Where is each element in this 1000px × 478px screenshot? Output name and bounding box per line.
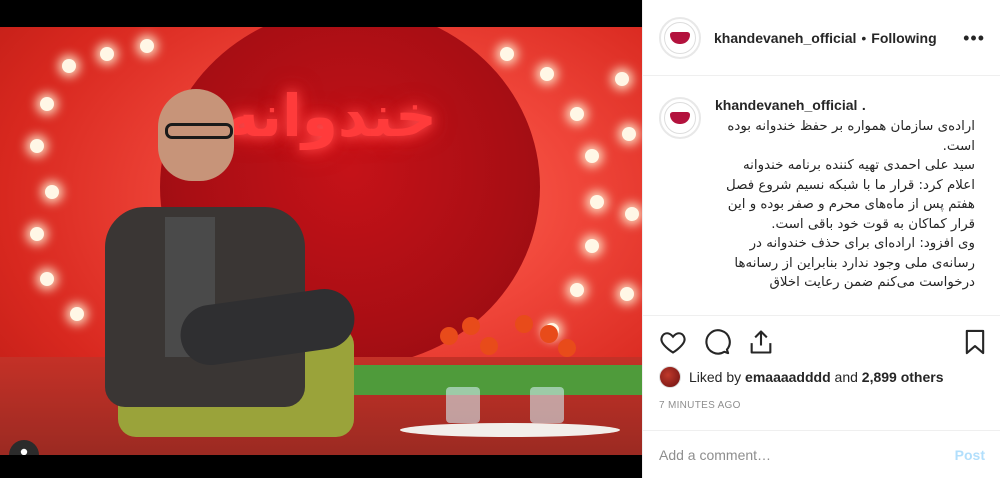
caption-text-block: khandevaneh_official . اراده‌ی سازمان هم… [715,97,975,293]
flower [462,317,480,335]
flower [440,327,458,345]
caption-avatar[interactable] [659,97,701,139]
heart-icon[interactable] [659,328,687,356]
stage-bulb [540,67,554,81]
stage-bulb [40,272,54,286]
vase [446,387,480,423]
caption-header: khandevaneh_official . [715,97,975,115]
header-username[interactable]: khandevaneh_official [714,30,856,46]
caption-row: khandevaneh_official . اراده‌ی سازمان هم… [659,97,985,293]
stage-bulb [570,107,584,121]
post-image[interactable]: ﺧﻨﺪﻭﺍﻧﻪ [0,27,642,455]
post-sidebar: khandevaneh_official • Following ••• kha… [642,0,1000,478]
post-header: khandevaneh_official • Following ••• [643,0,1000,76]
side-table [400,423,620,437]
stage-bulb [500,47,514,61]
more-horizontal-icon[interactable]: ••• [963,28,985,49]
stage-bulb [100,47,114,61]
lip-logo-icon [670,31,690,44]
avatar-inner [664,102,696,134]
caption-username-suffix: . [861,97,866,113]
flower [515,315,533,333]
header-separator: • [861,29,867,46]
stage-bulb [570,283,584,297]
likes-and: and [834,369,858,385]
flower [540,325,558,343]
post-comment-button[interactable]: Post [955,447,985,463]
stage-bulb [140,39,154,53]
flower [558,339,576,357]
stage-bulb [590,195,604,209]
bookmark-icon[interactable] [961,328,989,356]
follow-status-button[interactable]: Following [871,30,936,46]
stage-bulb [615,72,629,86]
instagram-post-modal: ﺧﻨﺪﻭﺍﻧﻪ khandevaneh_official • Following… [0,0,1000,478]
caption-section: khandevaneh_official . اراده‌ی سازمان هم… [643,77,1000,315]
stage-bulb [622,127,636,141]
comment-composer: Add a comment… Post [643,430,1000,478]
stage-bulb [585,239,599,253]
likes-summary: Liked by emaaaadddd and 2,899 others [659,366,944,388]
post-timestamp[interactable]: 7 MINUTES AGO [659,400,741,411]
share-icon[interactable] [747,328,775,356]
stage-bulb [625,207,639,221]
liker-username[interactable]: emaaaadddd [745,369,831,385]
comment-icon[interactable] [703,328,731,356]
stage-bulb [40,97,54,111]
action-bar [643,315,1000,363]
stage-bulb [62,59,76,73]
caption-username[interactable]: khandevaneh_official [715,97,857,113]
stage-bulb [30,139,44,153]
neon-logo: ﺧﻨﺪﻭﺍﻧﻪ [225,82,437,150]
flower [480,337,498,355]
person-icon-glyph [20,448,28,455]
liker-avatar[interactable] [659,366,681,388]
stage-green-band [330,365,642,395]
stage-bulb [30,227,44,241]
likes-prefix: Liked by [689,369,742,385]
glasses [165,123,233,139]
lip-logo-icon [670,112,690,124]
comment-input[interactable]: Add a comment… [659,447,955,463]
vase [530,387,564,423]
stage-bulb [620,287,634,301]
account-avatar[interactable] [659,16,701,59]
avatar-inner [664,21,696,54]
stage-bulb [70,307,84,321]
stage-bulb [45,185,59,199]
caption-text: اراده‌ی سازمان همواره بر حفظ خندوانه بود… [726,119,975,290]
likes-others-link[interactable]: 2,899 others [862,369,944,385]
stage-bulb [585,149,599,163]
